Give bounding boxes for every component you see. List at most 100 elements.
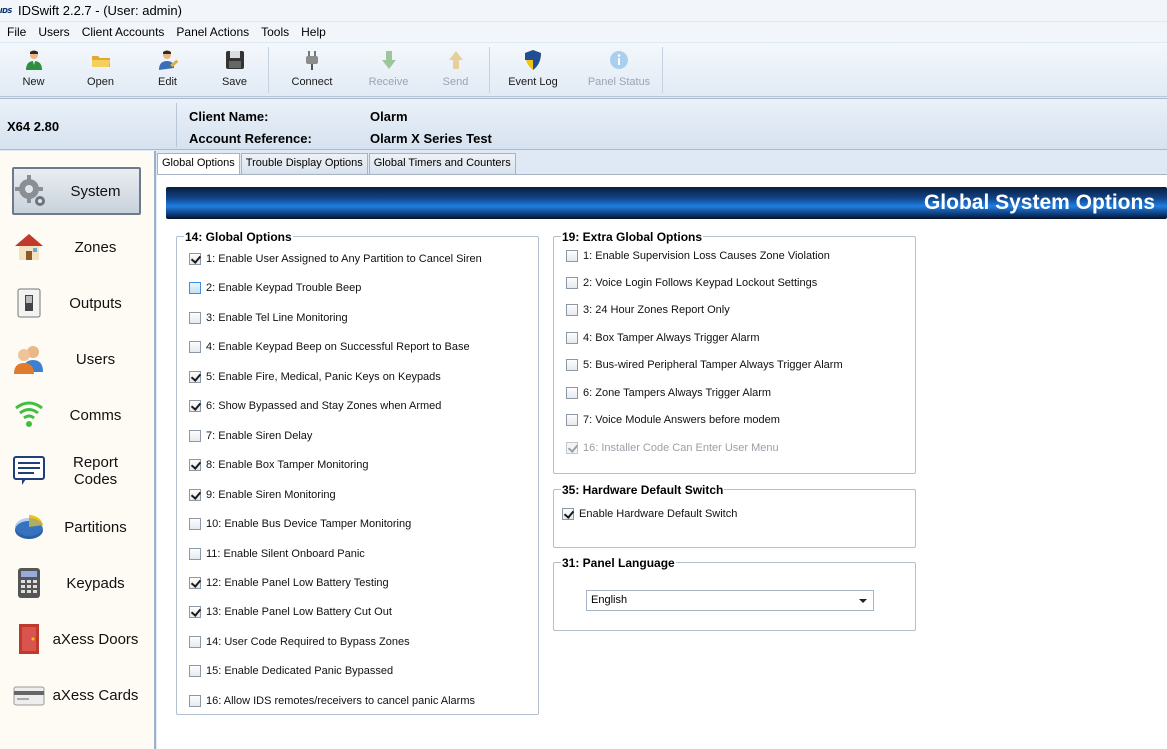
global-option-label: 13: Enable Panel Low Battery Cut Out (206, 606, 392, 619)
global-option-row[interactable]: 11: Enable Silent Onboard Panic (189, 547, 365, 560)
sidebar-item-system[interactable]: System (12, 167, 141, 215)
hardware-default-label: Enable Hardware Default Switch (579, 508, 738, 520)
sidebar-item-outputs[interactable]: Outputs (12, 279, 141, 327)
global-option-checkbox[interactable] (189, 253, 201, 265)
chevron-down-icon[interactable] (859, 599, 867, 603)
sidebar-label-keypads: Keypads (66, 574, 125, 592)
global-option-row[interactable]: 9: Enable Siren Monitoring (189, 488, 336, 501)
tab-global-options[interactable]: Global Options (157, 153, 240, 175)
global-option-label: 11: Enable Silent Onboard Panic (206, 547, 365, 560)
house-icon (12, 228, 46, 266)
sidebar-item-axess-doors[interactable]: aXess Doors (12, 615, 141, 663)
extra-option-checkbox[interactable] (566, 414, 578, 426)
sidebar-item-partitions[interactable]: Partitions (12, 503, 141, 551)
global-option-checkbox[interactable] (189, 400, 201, 413)
global-option-checkbox[interactable] (189, 694, 201, 707)
global-option-label: 6: Show Bypassed and Stay Zones when Arm… (206, 400, 442, 413)
extra-option-checkbox[interactable] (566, 250, 578, 262)
panel-language-select[interactable]: English (586, 590, 874, 611)
menu-tools[interactable]: Tools (255, 25, 295, 39)
access-card-icon (12, 676, 46, 714)
global-option-label: 14: User Code Required to Bypass Zones (206, 635, 410, 648)
menu-client-accounts[interactable]: Client Accounts (76, 25, 171, 39)
extra-option-row[interactable]: 6: Zone Tampers Always Trigger Alarm (566, 387, 771, 399)
account-reference-value: Olarm X Series Test (370, 131, 492, 146)
open-button[interactable]: Open (67, 43, 134, 95)
global-option-checkbox[interactable] (189, 282, 201, 295)
extra-option-row[interactable]: 4: Box Tamper Always Trigger Alarm (566, 332, 759, 344)
sidebar-item-keypads[interactable]: Keypads (12, 559, 141, 607)
menu-panel-actions[interactable]: Panel Actions (170, 25, 255, 39)
extra-option-checkbox[interactable] (566, 304, 578, 316)
global-option-checkbox[interactable] (189, 606, 201, 619)
extra-option-row[interactable]: 7: Voice Module Answers before modem (566, 414, 780, 426)
global-option-checkbox[interactable] (189, 518, 201, 531)
global-option-checkbox[interactable] (189, 665, 201, 678)
global-option-checkbox[interactable] (189, 370, 201, 383)
panel-status-button[interactable]: Panel Status (576, 43, 662, 95)
global-option-row[interactable]: 16: Allow IDS remotes/receivers to cance… (189, 694, 475, 707)
global-option-checkbox[interactable] (189, 547, 201, 560)
tab-global-timers-and-counters[interactable]: Global Timers and Counters (368, 153, 516, 174)
global-option-checkbox[interactable] (189, 576, 201, 589)
global-option-checkbox[interactable] (189, 311, 201, 324)
extra-option-row[interactable]: 3: 24 Hour Zones Report Only (566, 304, 730, 316)
extra-option-row[interactable]: 1: Enable Supervision Loss Causes Zone V… (566, 250, 830, 262)
global-option-row[interactable]: 13: Enable Panel Low Battery Cut Out (189, 606, 392, 619)
extra-option-checkbox[interactable] (566, 277, 578, 289)
menu-users[interactable]: Users (32, 25, 75, 39)
keypad-icon (12, 564, 46, 602)
connect-button[interactable]: Connect (269, 43, 355, 95)
global-option-checkbox[interactable] (189, 459, 201, 472)
global-option-row[interactable]: 15: Enable Dedicated Panic Bypassed (189, 665, 393, 678)
tab-trouble-display-options[interactable]: Trouble Display Options (240, 153, 368, 174)
new-label: New (22, 76, 45, 88)
floppy-disk-icon (224, 49, 246, 71)
sidebar-label-report-codes: Report Codes (72, 454, 119, 488)
extra-option-checkbox[interactable] (566, 332, 578, 344)
send-button[interactable]: Send (422, 43, 489, 95)
event-log-button[interactable]: Event Log (490, 43, 576, 95)
extra-option-row[interactable]: 5: Bus-wired Peripheral Tamper Always Tr… (566, 359, 843, 371)
global-option-row[interactable]: 5: Enable Fire, Medical, Panic Keys on K… (189, 370, 441, 383)
global-option-label: 4: Enable Keypad Beep on Successful Repo… (206, 341, 470, 354)
sidebar-item-report-codes[interactable]: Report Codes (12, 447, 141, 495)
global-option-row[interactable]: 2: Enable Keypad Trouble Beep (189, 282, 361, 295)
global-option-checkbox[interactable] (189, 341, 201, 354)
receive-button[interactable]: Receive (355, 43, 422, 95)
menu-file[interactable]: File (1, 25, 32, 39)
sidebar-item-zones[interactable]: Zones (12, 223, 141, 271)
upload-arrow-icon (445, 49, 467, 71)
extra-options-title: 19: Extra Global Options (561, 230, 704, 244)
edit-button[interactable]: Edit (134, 43, 201, 95)
save-button[interactable]: Save (201, 43, 268, 95)
global-option-checkbox[interactable] (189, 429, 201, 442)
global-option-row[interactable]: 4: Enable Keypad Beep on Successful Repo… (189, 341, 470, 354)
hardware-default-checkbox-row[interactable]: Enable Hardware Default Switch (562, 508, 737, 520)
global-option-row[interactable]: 7: Enable Siren Delay (189, 429, 312, 442)
global-option-checkbox[interactable] (189, 488, 201, 501)
global-option-row[interactable]: 10: Enable Bus Device Tamper Monitoring (189, 518, 411, 531)
sidebar-item-users[interactable]: Users (12, 335, 141, 383)
extra-option-checkbox[interactable] (566, 387, 578, 399)
menu-help[interactable]: Help (295, 25, 332, 39)
save-label: Save (221, 76, 248, 88)
extra-option-row[interactable]: 2: Voice Login Follows Keypad Lockout Se… (566, 277, 817, 289)
extra-option-checkbox[interactable] (566, 359, 578, 371)
client-name-label: Client Name: (189, 109, 269, 124)
global-option-row[interactable]: 1: Enable User Assigned to Any Partition… (189, 253, 482, 265)
global-option-row[interactable]: 8: Enable Box Tamper Monitoring (189, 459, 368, 472)
global-option-checkbox[interactable] (189, 635, 201, 648)
global-option-label: 5: Enable Fire, Medical, Panic Keys on K… (206, 370, 441, 383)
global-option-row[interactable]: 12: Enable Panel Low Battery Testing (189, 576, 389, 589)
global-option-row[interactable]: 3: Enable Tel Line Monitoring (189, 311, 348, 324)
global-option-row[interactable]: 14: User Code Required to Bypass Zones (189, 635, 410, 648)
hardware-default-checkbox[interactable] (562, 508, 574, 520)
global-option-row[interactable]: 6: Show Bypassed and Stay Zones when Arm… (189, 400, 442, 413)
open-label: Open (87, 76, 114, 88)
toolbar: New Open Edit Save Connect Receive Send … (0, 43, 1167, 97)
sidebar-item-axess-cards[interactable]: aXess Cards (12, 671, 141, 719)
new-button[interactable]: New (0, 43, 67, 95)
sidebar-item-comms[interactable]: Comms (12, 391, 141, 439)
users-icon (12, 340, 46, 378)
